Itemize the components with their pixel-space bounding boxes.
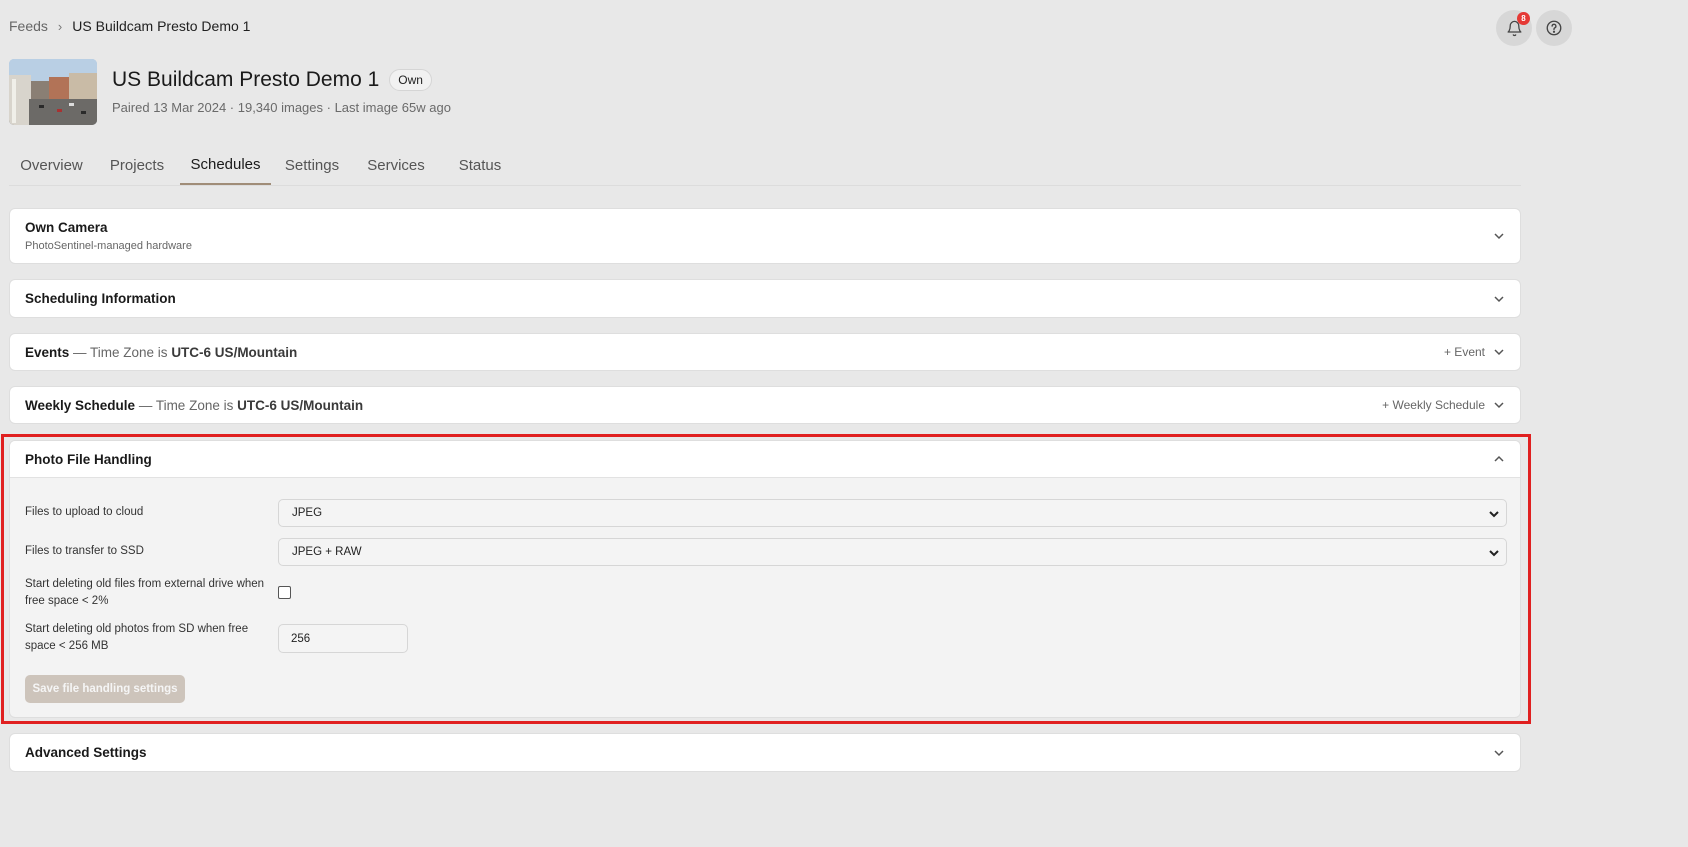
own-camera-subtitle: PhotoSentinel-managed hardware bbox=[25, 240, 192, 252]
breadcrumb: Feeds › US Buildcam Presto Demo 1 bbox=[9, 18, 250, 34]
tab-overview[interactable]: Overview bbox=[9, 145, 94, 185]
feed-name: US Buildcam Presto Demo 1 bbox=[112, 68, 380, 91]
weekly-timezone: UTC-6 US/Mountain bbox=[237, 397, 364, 413]
weekly-tz-prefix: — Time Zone is bbox=[135, 397, 238, 413]
weekly-schedule-header[interactable]: Weekly Schedule — Time Zone is UTC-6 US/… bbox=[10, 387, 1520, 423]
advanced-settings-title: Advanced Settings bbox=[25, 745, 147, 760]
feed-title: US Buildcam Presto Demo 1 Own bbox=[112, 68, 432, 92]
scheduling-info-title: Scheduling Information bbox=[25, 291, 176, 306]
weekly-title-line: Weekly Schedule — Time Zone is UTC-6 US/… bbox=[25, 398, 1505, 413]
chevron-down-icon bbox=[1489, 511, 1499, 518]
weekly-title: Weekly Schedule bbox=[25, 397, 136, 413]
tab-status[interactable]: Status bbox=[443, 145, 517, 185]
external-drive-delete-checkbox[interactable] bbox=[278, 586, 291, 599]
tab-schedules[interactable]: Schedules bbox=[180, 145, 271, 185]
ssd-transfer-label: Files to transfer to SSD bbox=[25, 545, 144, 557]
add-weekly-schedule-button[interactable]: + Weekly Schedule bbox=[1382, 398, 1485, 412]
tab-projects[interactable]: Projects bbox=[98, 145, 176, 185]
chevron-down-icon bbox=[1494, 349, 1504, 356]
sd-delete-label: Start deleting old photos from SD when f… bbox=[25, 623, 249, 652]
ownership-badge: Own bbox=[389, 69, 432, 91]
tab-services[interactable]: Services bbox=[354, 145, 438, 185]
events-timezone: UTC-6 US/Mountain bbox=[171, 344, 298, 360]
events-panel: Events — Time Zone is UTC-6 US/Mountain … bbox=[9, 333, 1521, 371]
scheduling-info-header[interactable]: Scheduling Information bbox=[10, 280, 1520, 317]
scheduling-info-panel: Scheduling Information bbox=[9, 279, 1521, 318]
upload-files-select[interactable]: JPEG bbox=[278, 499, 1507, 527]
upload-files-label: Files to upload to cloud bbox=[25, 506, 144, 518]
sd-delete-threshold-input[interactable]: 256 bbox=[278, 624, 408, 653]
chevron-up-icon bbox=[1494, 455, 1504, 462]
weekly-schedule-panel: Weekly Schedule — Time Zone is UTC-6 US/… bbox=[9, 386, 1521, 424]
chevron-down-icon bbox=[1494, 749, 1504, 756]
notifications-button[interactable]: 8 bbox=[1496, 10, 1532, 46]
ssd-transfer-select[interactable]: JPEG + RAW bbox=[278, 538, 1507, 566]
photo-file-handling-header[interactable]: Photo File Handling bbox=[10, 441, 1520, 478]
feed-meta: Paired 13 Mar 2024 · 19,340 images · Las… bbox=[112, 100, 451, 115]
ssd-transfer-value: JPEG + RAW bbox=[292, 546, 362, 558]
events-title-line: Events — Time Zone is UTC-6 US/Mountain bbox=[25, 345, 1505, 360]
help-icon bbox=[1546, 20, 1562, 36]
help-button[interactable] bbox=[1536, 10, 1572, 46]
add-event-button[interactable]: + Event bbox=[1444, 345, 1485, 359]
breadcrumb-feeds-link[interactable]: Feeds bbox=[9, 18, 48, 34]
own-camera-header[interactable]: Own Camera PhotoSentinel-managed hardwar… bbox=[10, 209, 1520, 263]
events-tz-prefix: — Time Zone is bbox=[69, 344, 172, 360]
chevron-down-icon bbox=[1489, 550, 1499, 557]
chevron-right-icon: › bbox=[57, 18, 63, 34]
upload-files-value: JPEG bbox=[292, 507, 323, 519]
events-title: Events bbox=[25, 344, 70, 360]
chevron-down-icon bbox=[1494, 402, 1504, 409]
top-actions: 8 bbox=[1496, 10, 1572, 46]
tab-settings[interactable]: Settings bbox=[275, 145, 349, 185]
advanced-settings-header[interactable]: Advanced Settings bbox=[10, 734, 1520, 771]
feed-thumbnail bbox=[9, 59, 97, 125]
own-camera-title: Own Camera bbox=[25, 220, 108, 235]
breadcrumb-current: US Buildcam Presto Demo 1 bbox=[72, 18, 251, 34]
events-header[interactable]: Events — Time Zone is UTC-6 US/Mountain … bbox=[10, 334, 1520, 370]
tab-bar: Overview Projects Schedules Settings Ser… bbox=[9, 145, 1521, 186]
advanced-settings-panel: Advanced Settings bbox=[9, 733, 1521, 772]
photo-file-handling-title: Photo File Handling bbox=[25, 451, 152, 467]
photo-file-handling-panel: Photo File Handling Files to upload to c… bbox=[9, 440, 1521, 718]
chevron-down-icon bbox=[1494, 295, 1504, 302]
save-file-handling-button[interactable]: Save file handling settings bbox=[25, 675, 185, 703]
notification-count-badge: 8 bbox=[1517, 12, 1530, 25]
external-drive-delete-label: Start deleting old files from external d… bbox=[25, 578, 265, 607]
own-camera-panel: Own Camera PhotoSentinel-managed hardwar… bbox=[9, 208, 1521, 264]
chevron-down-icon bbox=[1494, 233, 1504, 240]
